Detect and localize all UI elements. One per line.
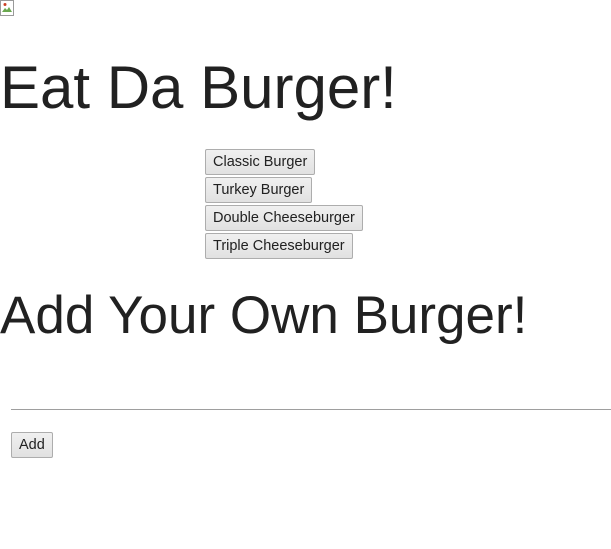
add-burger-heading: Add Your Own Burger! xyxy=(0,286,528,345)
burger-button-double-cheeseburger[interactable]: Double Cheeseburger xyxy=(205,205,363,231)
page: Eat Da Burger! Classic Burger Turkey Bur… xyxy=(0,0,611,549)
burger-list: Classic Burger Turkey Burger Double Chee… xyxy=(205,149,363,259)
add-button[interactable]: Add xyxy=(11,432,53,458)
broken-image-icon xyxy=(0,0,14,16)
burger-button-turkey[interactable]: Turkey Burger xyxy=(205,177,313,203)
burger-button-classic[interactable]: Classic Burger xyxy=(205,149,316,175)
burger-name-input[interactable] xyxy=(11,380,611,410)
page-title: Eat Da Burger! xyxy=(0,54,397,121)
burger-button-triple-cheeseburger[interactable]: Triple Cheeseburger xyxy=(205,233,353,259)
